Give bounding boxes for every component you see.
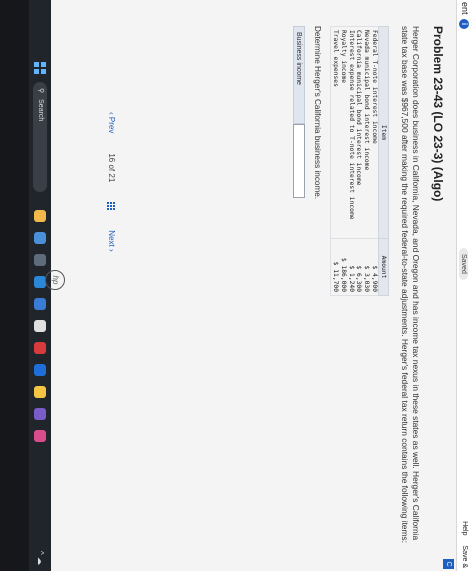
top-bar-right: Help Save &	[461, 513, 468, 568]
row-amount: $ 3,030	[362, 238, 371, 296]
app-icon[interactable]	[34, 320, 46, 332]
weather-app-icon[interactable]	[34, 210, 46, 222]
current-page: 16	[107, 153, 116, 163]
app-icon[interactable]	[34, 408, 46, 420]
help-link[interactable]: Help	[461, 521, 468, 535]
problem-content: Problem 23-43 (LO 23-3) (Algo) Herger Co…	[293, 26, 445, 546]
row-amount: $ 4,900	[370, 238, 379, 296]
saved-badge: Saved	[459, 248, 468, 280]
next-label: Next	[107, 230, 116, 247]
laptop-bezel: hp	[0, 0, 65, 571]
check-flag-icon[interactable]: C	[443, 559, 454, 569]
task-view-icon[interactable]	[34, 254, 46, 266]
row-amount: $ 11,700	[330, 238, 340, 296]
table-row: Royalty income $ 186,000	[339, 26, 347, 296]
page-of: of	[107, 164, 116, 172]
business-income-input[interactable]	[293, 124, 306, 198]
top-left-text: ent	[460, 2, 470, 15]
row-item: Royalty income	[339, 26, 347, 239]
save-exit-link[interactable]: Save &	[461, 545, 468, 568]
header-amount: Amount	[378, 238, 389, 296]
hp-logo-icon: hp	[45, 270, 65, 290]
chevron-up-icon: ^	[36, 551, 45, 555]
row-item: Travel expenses	[330, 26, 340, 239]
rotated-screen-photo: ent i Saved Help Save & C Problem 23-43 …	[0, 0, 471, 571]
system-tray[interactable]: ^ ☁	[36, 551, 45, 565]
store-app-icon[interactable]	[34, 298, 46, 310]
file-explorer-icon[interactable]	[34, 232, 46, 244]
row-amount: $ 1,240	[346, 238, 355, 296]
app-icon[interactable]	[34, 342, 46, 354]
row-item: Nevada municipal bond interest income	[362, 26, 371, 239]
next-button[interactable]: Next ›	[107, 230, 116, 251]
header-item: Item	[378, 26, 389, 239]
search-icon: ⚲	[37, 88, 44, 94]
grid-icon[interactable]	[107, 202, 116, 211]
table-row: Travel expenses $ 11,700	[330, 26, 340, 296]
browser-screen: ent i Saved Help Save & C Problem 23-43 …	[51, 0, 471, 571]
table-row: Nevada municipal bond interest income $ …	[362, 26, 371, 296]
top-bar: ent i Saved Help Save &	[456, 0, 471, 571]
pagination: ‹ Prev 16 of 21 Next ›	[107, 112, 116, 252]
table-header-row: Item Amount	[378, 26, 389, 296]
row-item: California municipal bond interest incom…	[354, 26, 363, 239]
page-indicator: 16 of 21	[107, 153, 116, 182]
total-pages: 21	[107, 173, 116, 183]
business-income-label: Business income	[293, 26, 306, 124]
windows-start-icon[interactable]	[34, 62, 46, 74]
row-item: Interest expense related to T-note inter…	[346, 26, 355, 239]
row-item: Federal T-note interest income	[370, 26, 379, 239]
row-amount: $ 6,300	[354, 238, 363, 296]
info-icon[interactable]: i	[459, 19, 469, 30]
question-text: Determine Herger's California business i…	[313, 26, 323, 200]
chevron-right-icon: ›	[107, 246, 116, 252]
taskbar-search[interactable]: ⚲ Search	[33, 82, 47, 192]
row-amount: $ 186,000	[339, 238, 347, 296]
problem-description: Herger Corporation does business in Cali…	[400, 26, 421, 543]
app-icon[interactable]	[34, 386, 46, 398]
prev-button[interactable]: ‹ Prev	[107, 112, 116, 133]
table-row: Federal T-note interest income $ 4,900	[370, 26, 379, 296]
top-bar-left: ent i	[459, 2, 470, 30]
table-row: Interest expense related to T-note inter…	[346, 26, 355, 296]
cloud-icon: ☁	[36, 557, 45, 565]
search-placeholder: Search	[37, 99, 44, 122]
app-icon[interactable]	[34, 364, 46, 376]
items-table: Item Amount Federal T-note interest inco…	[330, 26, 389, 296]
app-icon[interactable]	[34, 430, 46, 442]
problem-title: Problem 23-43 (LO 23-3) (Algo)	[431, 26, 445, 202]
prev-label: Prev	[107, 116, 116, 134]
table-row: California municipal bond interest incom…	[354, 26, 363, 296]
answer-row: Business income	[293, 26, 306, 546]
